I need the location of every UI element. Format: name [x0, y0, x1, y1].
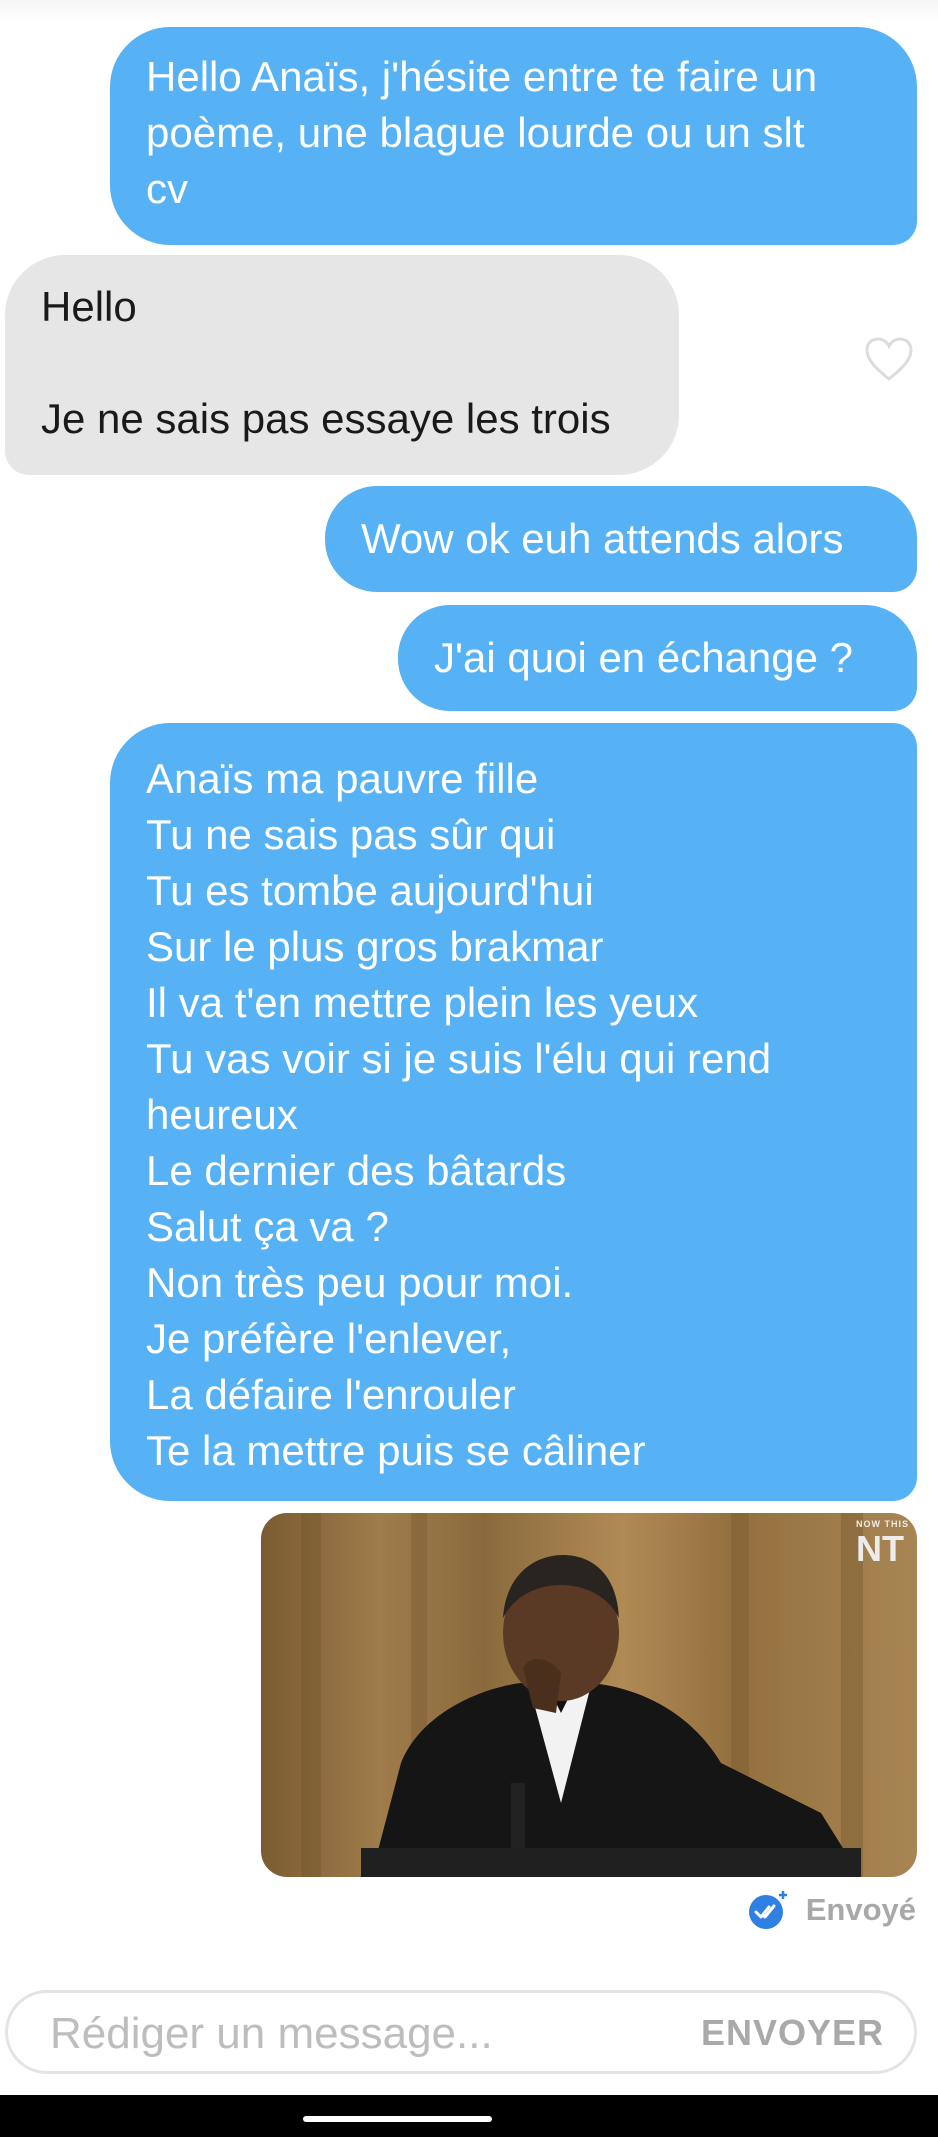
heart-like-icon[interactable]: [864, 336, 914, 382]
message-bubble-sent[interactable]: Wow ok euh attends alors: [325, 486, 917, 592]
message-bubble-sent[interactable]: Hello Anaïs, j'hésite entre te faire un …: [110, 27, 917, 245]
top-edge: [0, 0, 938, 22]
message-composer: ENVOYER: [5, 1990, 917, 2074]
double-check-icon: [748, 1890, 788, 1930]
nowthis-logo: NOW THIS NT: [856, 1519, 909, 1569]
home-indicator[interactable]: [303, 2116, 492, 2122]
message-status: Envoyé: [748, 1888, 916, 1932]
gif-illustration: [301, 1513, 863, 1877]
send-button[interactable]: ENVOYER: [695, 2011, 890, 2055]
message-input[interactable]: [48, 2005, 672, 2063]
gif-message[interactable]: NOW THIS NT: [261, 1513, 917, 1877]
message-bubble-sent[interactable]: J'ai quoi en échange ?: [398, 605, 917, 711]
message-bubble-received[interactable]: Hello Je ne sais pas essaye les trois: [5, 255, 679, 475]
message-bubble-sent-poem[interactable]: Anaïs ma pauvre fille Tu ne sais pas sûr…: [110, 723, 917, 1501]
status-text: Envoyé: [805, 1892, 916, 1927]
